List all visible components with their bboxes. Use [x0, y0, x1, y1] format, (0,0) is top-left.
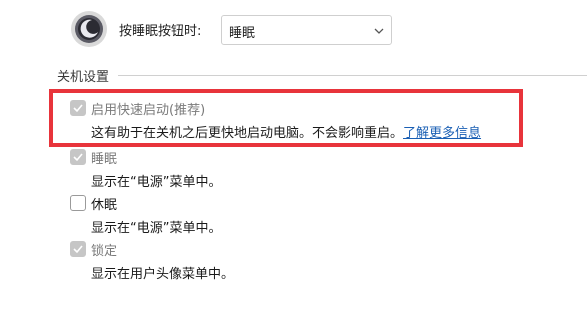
- check-icon: [73, 153, 83, 162]
- hibernate-label: 休眠: [91, 198, 118, 213]
- shutdown-settings-title: 关机设置: [57, 70, 110, 85]
- sleep-description: 显示在“电源”菜单中。: [91, 175, 222, 190]
- sleep-checkbox[interactable]: [70, 149, 86, 165]
- lock-checkbox[interactable]: [70, 241, 86, 257]
- sleep-button-dropdown[interactable]: 睡眠: [221, 15, 392, 45]
- check-icon: [73, 245, 83, 254]
- hibernate-description: 显示在“电源”菜单中。: [91, 221, 222, 236]
- sleep-moon-icon: [70, 10, 108, 48]
- lock-label: 锁定: [91, 244, 118, 259]
- dropdown-selected-value: 睡眠: [229, 26, 256, 41]
- highlight-box: [49, 89, 523, 147]
- sleep-button-label: 按睡眠按钮时:: [119, 24, 202, 39]
- hibernate-checkbox[interactable]: [70, 195, 86, 211]
- group-divider: [118, 75, 587, 76]
- chevron-down-icon: [373, 25, 385, 37]
- sleep-label: 睡眠: [91, 152, 118, 167]
- lock-description: 显示在用户头像菜单中。: [91, 267, 235, 282]
